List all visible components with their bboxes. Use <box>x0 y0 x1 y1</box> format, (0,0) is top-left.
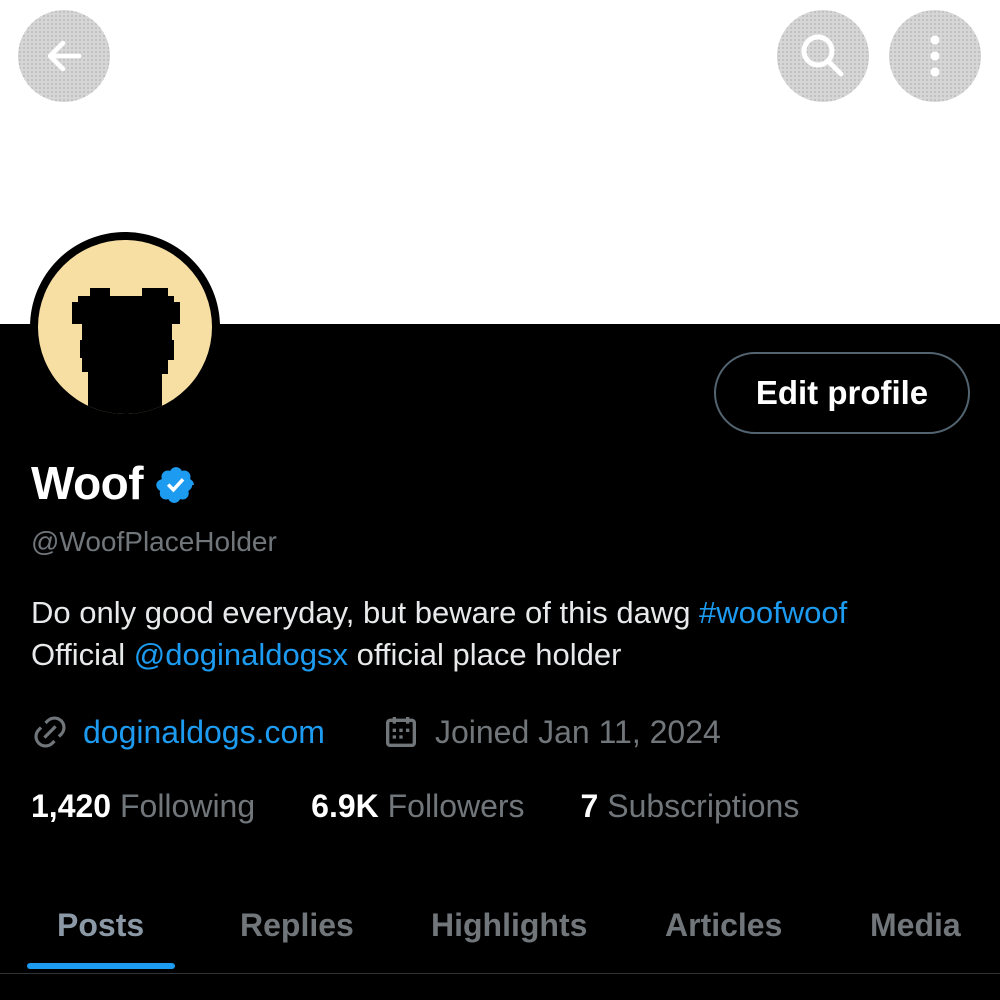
link-icon <box>34 716 66 748</box>
profile-bio: Do only good everyday, but beware of thi… <box>31 592 981 676</box>
following-label: Following <box>119 788 256 824</box>
following-count: 1,420 <box>31 788 112 824</box>
tab-media[interactable]: Media <box>870 890 961 960</box>
tab-replies[interactable]: Replies <box>240 890 354 960</box>
followers-count: 6.9K <box>311 788 379 824</box>
subscriptions-label: Subscriptions <box>607 788 800 824</box>
profile-stats: 1,420 Following 6.9K Followers 7 Subscri… <box>31 788 855 825</box>
edit-profile-button[interactable]: Edit profile <box>714 352 970 434</box>
avatar[interactable] <box>30 232 220 422</box>
following-stat[interactable]: 1,420 Following <box>31 788 255 825</box>
avatar-image <box>38 240 212 414</box>
profile-handle: @WoofPlaceHolder <box>31 526 277 557</box>
profile-meta: doginaldogs.com Joined Jan 11, 2024 <box>31 712 721 752</box>
followers-stat[interactable]: 6.9K Followers <box>311 788 524 825</box>
tabs-divider <box>0 973 1000 974</box>
verified-badge-icon <box>156 467 195 503</box>
subscriptions-stat[interactable]: 7 Subscriptions <box>581 788 800 825</box>
bio-text: official place holder <box>347 637 622 672</box>
back-arrow-icon <box>47 40 82 72</box>
active-tab-indicator <box>27 963 175 969</box>
subscriptions-count: 7 <box>580 788 599 824</box>
bio-text: Do only good everyday, but beware of thi… <box>31 595 700 630</box>
calendar-icon <box>385 717 416 747</box>
joined-date-item: Joined Jan 11, 2024 <box>381 712 721 752</box>
back-button[interactable] <box>18 10 110 102</box>
search-icon <box>801 34 844 77</box>
search-button[interactable] <box>777 10 869 102</box>
hashtag-link[interactable]: #woofwoof <box>699 595 847 630</box>
more-options-button[interactable] <box>889 10 981 102</box>
joined-date: Joined Jan 11, 2024 <box>434 713 721 750</box>
bio-text: Official <box>31 637 134 672</box>
profile-tabs: Posts Replies Highlights Articles Media <box>0 890 1000 974</box>
website-item[interactable]: doginaldogs.com <box>31 713 325 751</box>
website-link[interactable]: doginaldogs.com <box>83 714 325 751</box>
more-vertical-icon <box>930 35 940 77</box>
tab-posts[interactable]: Posts <box>57 890 144 960</box>
tab-articles[interactable]: Articles <box>665 890 782 960</box>
display-name: Woof <box>31 457 144 509</box>
tab-highlights[interactable]: Highlights <box>431 890 587 960</box>
name-row: Woof <box>31 456 197 510</box>
mention-link[interactable]: @doginaldogsx <box>134 637 348 672</box>
dog-silhouette-icon <box>72 288 180 414</box>
followers-label: Followers <box>387 788 525 824</box>
